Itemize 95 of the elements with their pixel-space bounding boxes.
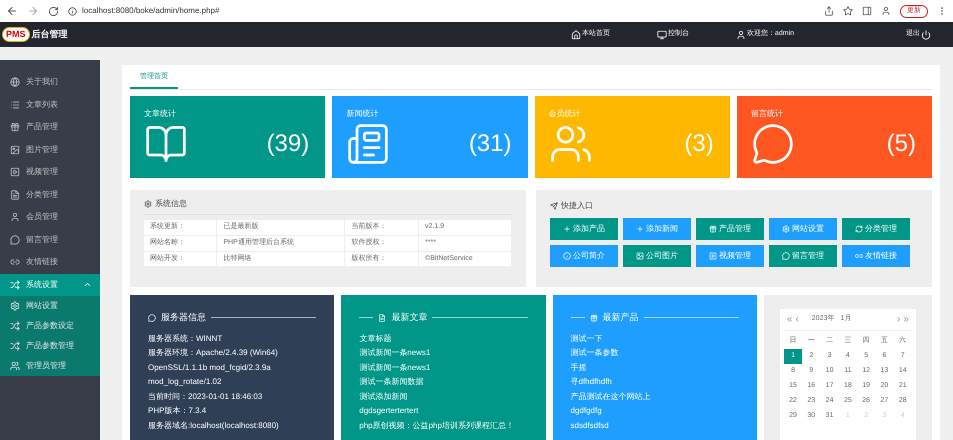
document-icon [378, 314, 386, 322]
info-line: mod_log_rotate/1.02 [148, 376, 222, 388]
plus-icon [636, 225, 644, 233]
sidebar-item[interactable]: 系统设置 [0, 274, 100, 296]
stat-count: (3) [684, 129, 715, 159]
previous-year-button[interactable]: « [786, 312, 792, 327]
quick-entry-button[interactable]: 留言管理 [769, 245, 837, 267]
image-icon [10, 144, 20, 155]
next-month-button[interactable]: › [896, 312, 900, 327]
sidebar-item[interactable]: 留言管理 [0, 228, 100, 251]
sidebar-item[interactable]: 视频管理 [0, 161, 100, 184]
quick-entry-button[interactable]: 产品管理 [696, 218, 764, 240]
sidebar-item[interactable]: 文章列表 [0, 94, 100, 116]
video-icon [709, 252, 717, 260]
user-icon [10, 212, 20, 222]
info-icon [68, 6, 77, 16]
refresh-icon [855, 225, 863, 233]
profile-icon[interactable] [881, 6, 891, 16]
image-icon [636, 252, 644, 260]
reload-icon[interactable] [48, 6, 59, 16]
stat-title: 新闻统计 [346, 108, 380, 120]
chat-bubble-icon [10, 234, 20, 245]
list-link[interactable]: 测试一条新闻数据 [359, 375, 528, 390]
panel-title: 系统信息 [155, 198, 187, 210]
back-icon[interactable] [6, 5, 18, 17]
previous-month-button[interactable]: ‹ [795, 312, 799, 327]
info-line: OpenSSL/1.1.1b mod_fcgid/2.3.9a [148, 362, 272, 374]
info-line: 服务器环境：Apache/2.4.39 (Win64) [148, 347, 279, 359]
quick-entry-button[interactable]: 添加产品 [550, 218, 618, 240]
monitor-icon [656, 30, 667, 40]
newspaper-icon [346, 122, 390, 166]
list-icon [10, 100, 20, 110]
chat-bubble-icon [782, 252, 790, 260]
info-line: 当前时间：2023-01-01 18:46:03 [148, 390, 264, 402]
quick-entry-button[interactable]: 公司图片 [623, 245, 691, 267]
list-link[interactable]: 测试新闻一条news1 [359, 346, 528, 360]
quick-entry-button[interactable]: 分类管理 [842, 218, 910, 240]
power-icon [921, 30, 931, 40]
side-panel-icon[interactable] [862, 6, 872, 16]
shuffle-icon [10, 341, 20, 351]
sidebar-item[interactable]: 图片管理 [0, 138, 100, 161]
logo-text: 后台管理 [32, 28, 68, 41]
stat-count: (39) [266, 129, 310, 159]
stat-title: 会员统计 [548, 108, 582, 120]
sidebar-subitem[interactable]: 产品参数设定 [0, 316, 100, 336]
settings-icon [782, 225, 790, 233]
shuffle-icon [10, 280, 20, 290]
share-icon[interactable] [824, 6, 834, 16]
panel-title: 最新产品 [602, 311, 638, 324]
link-icon [10, 257, 20, 268]
sidebar-subitem[interactable]: 产品参数管理 [0, 336, 100, 356]
info-icon [563, 252, 571, 260]
info-line: PHP版本：7.3.4 [148, 405, 208, 417]
chat-bubble-icon [148, 314, 156, 322]
list-link[interactable]: 测试新闻一条news1 [359, 360, 528, 375]
sidebar-item[interactable]: 产品管理 [0, 116, 100, 138]
stat-count: (31) [468, 129, 512, 159]
info-line: 服务器系统：WINNT [148, 332, 224, 344]
shuffle-icon [10, 321, 20, 331]
document-icon [10, 190, 20, 200]
stat-title: 留言统计 [750, 108, 784, 120]
video-icon [10, 167, 20, 178]
gift-icon [709, 225, 717, 233]
settings-icon [144, 200, 152, 208]
sidebar-subitem[interactable]: 管理员管理 [0, 356, 100, 376]
stat-title: 文章统计 [144, 108, 177, 120]
link-icon [855, 252, 863, 260]
logo-badge: PMS [2, 26, 30, 42]
list-link[interactable]: 文章标题 [359, 332, 528, 346]
next-year-button[interactable]: » [903, 312, 909, 327]
users-icon [10, 361, 20, 371]
chat-bubble-icon [750, 122, 795, 166]
sidebar-subitem[interactable]: 网站设置 [0, 296, 100, 316]
user-icon [736, 30, 746, 40]
list-link[interactable]: dgdsgertertertert [359, 404, 528, 418]
info-line: 服务器域名:localhost(localhost:8080) [148, 420, 280, 432]
sidebar-item[interactable]: 分类管理 [0, 184, 100, 206]
sidebar-item[interactable]: 会员管理 [0, 206, 100, 228]
send-icon [550, 202, 558, 210]
plus-icon [563, 225, 571, 233]
globe-icon [10, 77, 20, 88]
list-link[interactable]: php原创视频：公益php培训系列课程汇总！ [359, 418, 528, 433]
list-link[interactable]: 测试添加新闻 [359, 390, 528, 404]
star-icon[interactable] [843, 6, 853, 16]
gift-icon [590, 314, 598, 322]
settings-icon [10, 301, 20, 311]
home-icon [570, 30, 581, 40]
stat-count: (5) [886, 129, 917, 159]
gift-icon [10, 122, 20, 132]
panel-title: 最新文章 [391, 311, 428, 324]
sidebar-item[interactable]: 关于我们 [0, 71, 100, 94]
address-field[interactable]: localhost:8080/boke/admin/home.php# [68, 3, 815, 19]
panel-title: 快捷入口 [561, 200, 593, 212]
panel-title: 服务器信息 [161, 311, 206, 324]
sidebar-item[interactable]: 友情链接 [0, 251, 100, 274]
